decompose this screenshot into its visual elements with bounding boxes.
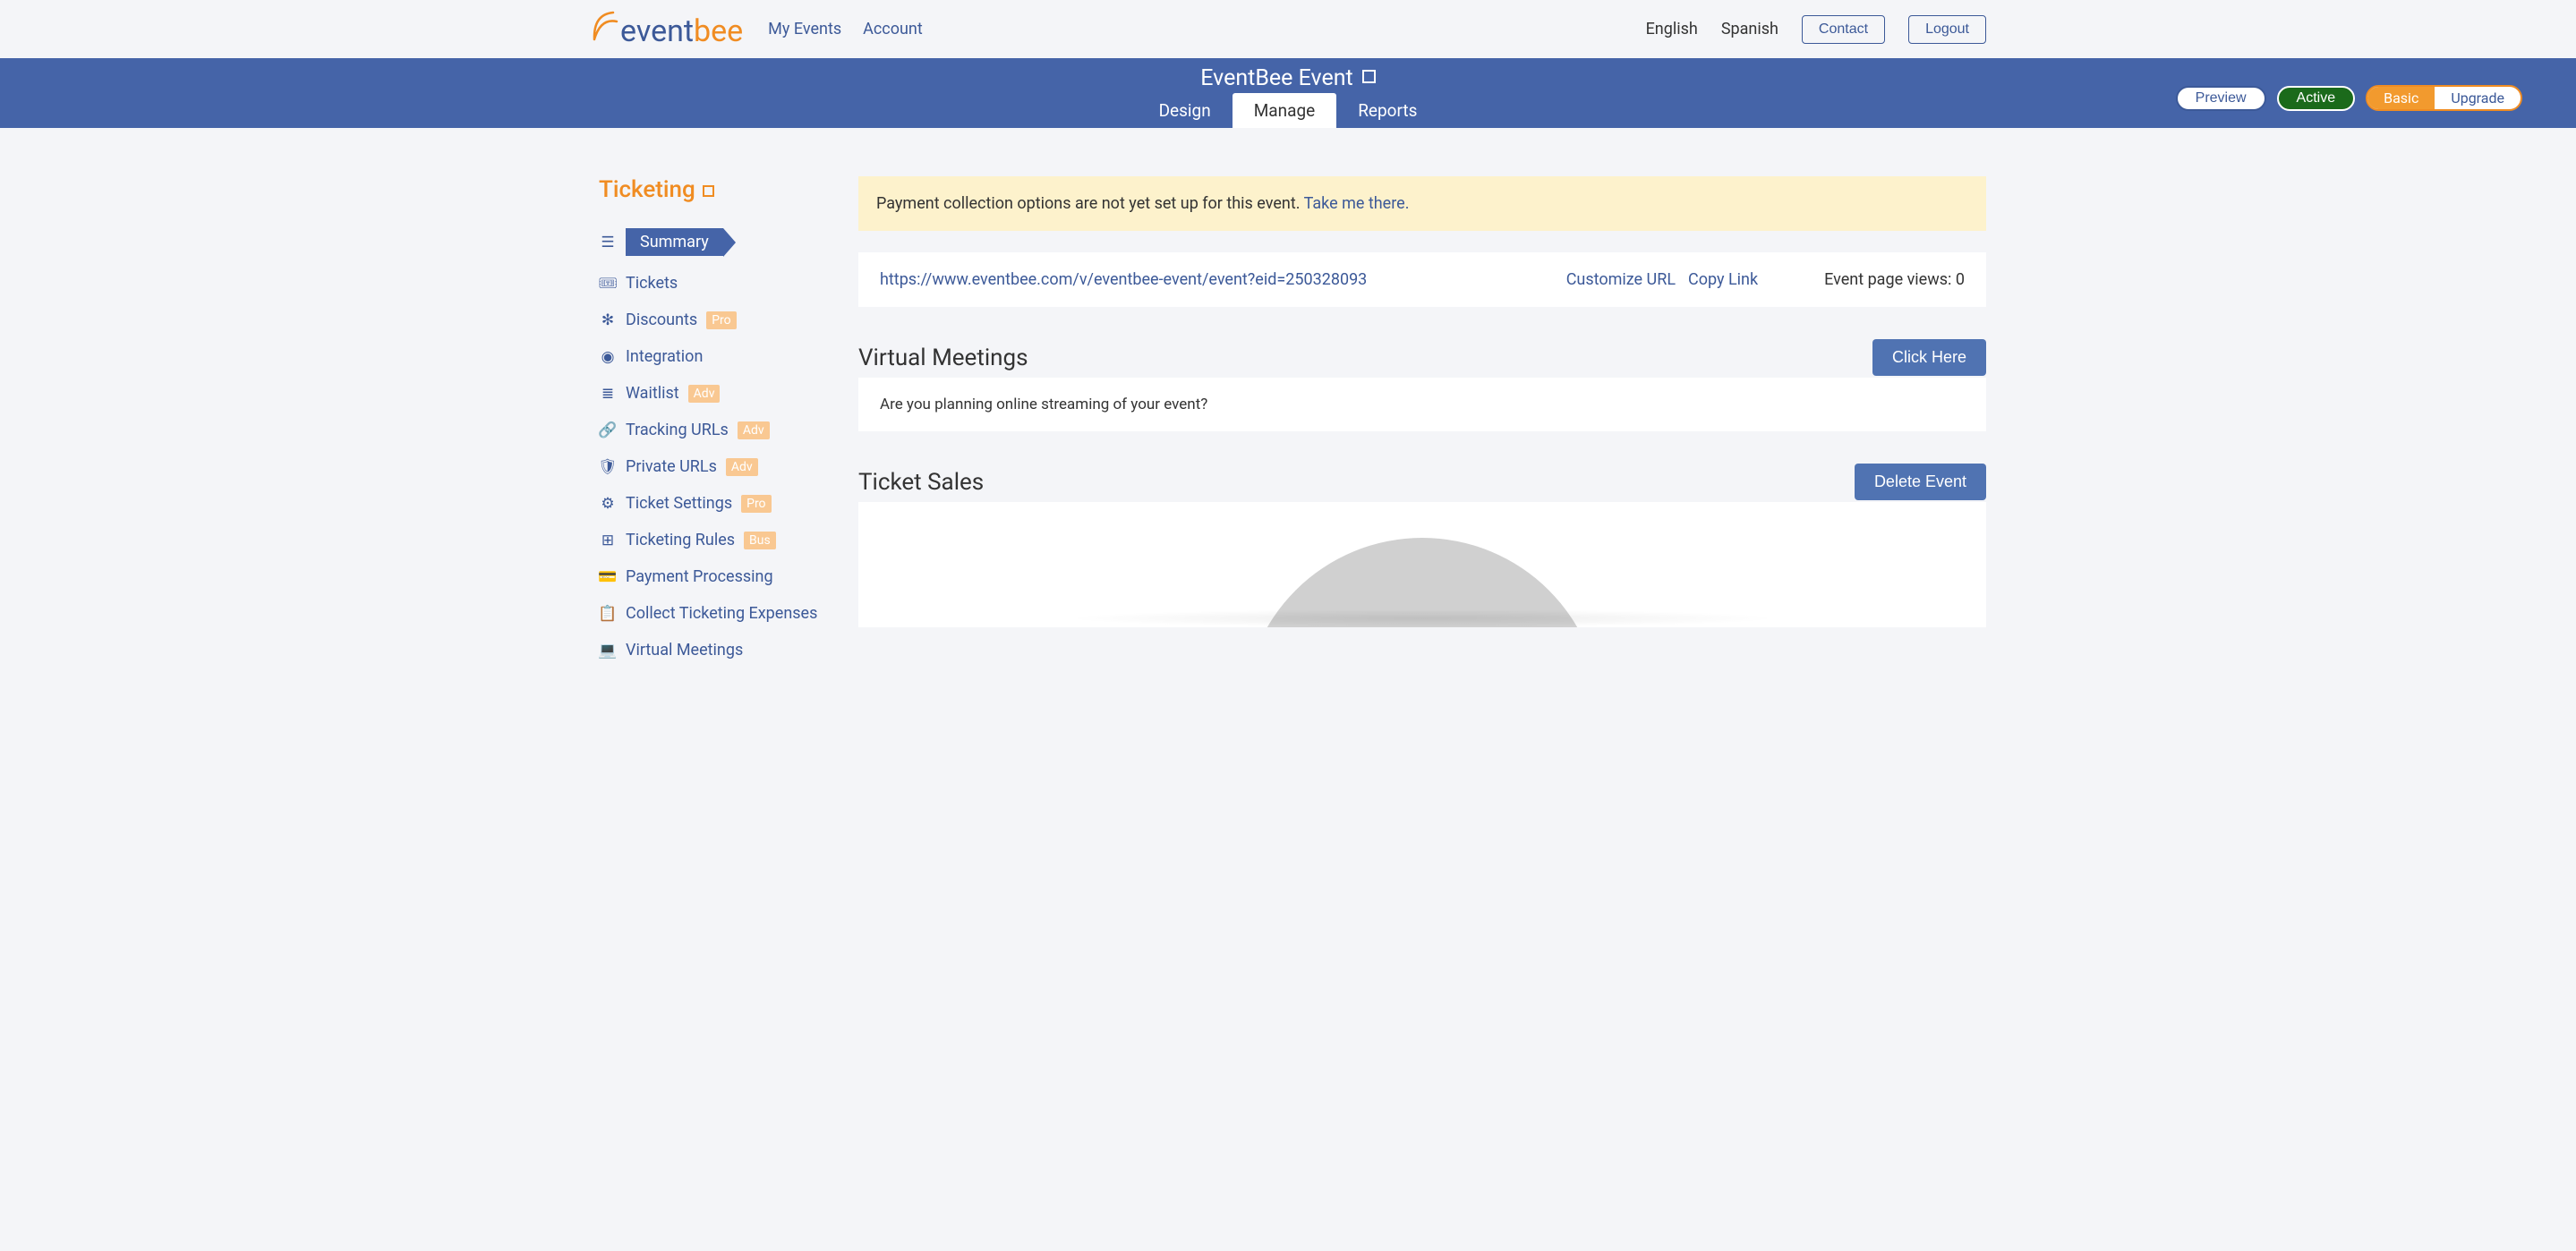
sidebar-item-label: Payment Processing — [626, 567, 773, 586]
status-active-button[interactable]: Active — [2277, 86, 2356, 111]
sidebar-item-virtual-meetings[interactable]: 💻 Virtual Meetings — [599, 632, 858, 668]
alert-text: Payment collection options are not yet s… — [876, 194, 1304, 213]
adv-badge: Adv — [688, 385, 721, 403]
payment-icon: 💳 — [599, 568, 617, 586]
payment-setup-alert: Payment collection options are not yet s… — [858, 176, 1986, 231]
page-views: Event page views: 0 — [1824, 270, 1965, 289]
sidebar-item-label: Tickets — [626, 274, 678, 293]
integration-icon: ◉ — [599, 348, 617, 366]
lang-english[interactable]: English — [1646, 20, 1698, 38]
expand-icon — [703, 176, 714, 203]
rules-icon: ⊞ — [599, 532, 617, 549]
ticket-sales-card — [858, 502, 1986, 627]
upgrade-label: Upgrade — [2435, 87, 2521, 109]
ticket-sales-chart — [858, 502, 1986, 627]
external-link-icon[interactable] — [1362, 70, 1376, 87]
bus-badge: Bus — [744, 532, 776, 549]
sidebar-item-tracking-urls[interactable]: 🔗 Tracking URLs Adv — [599, 412, 858, 448]
tab-design[interactable]: Design — [1138, 93, 1233, 128]
plan-pill[interactable]: Basic Upgrade — [2366, 85, 2522, 111]
ticket-sales-heading: Ticket Sales — [858, 469, 984, 496]
sidebar-item-ticketing-rules[interactable]: ⊞ Ticketing Rules Bus — [599, 522, 858, 558]
copy-link[interactable]: Copy Link — [1688, 270, 1758, 289]
customize-url-link[interactable]: Customize URL — [1566, 270, 1676, 289]
sidebar-item-label: Virtual Meetings — [626, 641, 743, 660]
sidebar-item-discounts[interactable]: ✻ Discounts Pro — [599, 302, 858, 338]
virtual-meetings-text: Are you planning online streaming of you… — [880, 396, 1207, 413]
private-icon: 🛡 — [599, 458, 617, 476]
preview-button[interactable]: Preview — [2176, 86, 2266, 111]
sidebar-item-label: Ticketing Rules — [626, 531, 735, 549]
sidebar-item-waitlist[interactable]: ≣ Waitlist Adv — [599, 375, 858, 412]
sidebar-item-summary[interactable]: ☰ Summary — [599, 219, 858, 265]
sidebar-section-ticketing[interactable]: Ticketing — [599, 176, 858, 203]
logo-text-2: bee — [694, 13, 743, 49]
adv-badge: Adv — [738, 421, 770, 439]
contact-button[interactable]: Contact — [1802, 15, 1885, 44]
logout-button[interactable]: Logout — [1908, 15, 1986, 44]
pro-badge: Pro — [741, 495, 771, 513]
sidebar-item-label: Waitlist — [626, 384, 679, 403]
logo[interactable]: eventbee — [590, 9, 743, 49]
nav-account[interactable]: Account — [863, 20, 923, 38]
settings-icon: ⚙ — [599, 495, 617, 513]
sidebar-item-label: Integration — [626, 347, 703, 366]
sidebar-item-integration[interactable]: ◉ Integration — [599, 338, 858, 375]
collect-icon: 📋 — [599, 605, 617, 623]
sidebar-item-label: Ticket Settings — [626, 494, 732, 513]
logo-text-1: event — [620, 13, 694, 49]
sidebar-item-payment-processing[interactable]: 💳 Payment Processing — [599, 558, 858, 595]
nav-my-events[interactable]: My Events — [768, 20, 841, 38]
sidebar-item-label: Discounts — [626, 311, 697, 329]
sidebar-section-label: Ticketing — [599, 176, 695, 203]
adv-badge: Adv — [726, 458, 758, 476]
event-title: EventBee Event — [1200, 65, 1352, 91]
virtual-meetings-card: Are you planning online streaming of you… — [858, 378, 1986, 431]
sidebar-item-collect-expenses[interactable]: 📋 Collect Ticketing Expenses — [599, 595, 858, 632]
alert-link[interactable]: Take me there. — [1304, 194, 1410, 213]
sidebar-item-tickets[interactable]: 🎟 Tickets — [599, 265, 858, 302]
virtual-meetings-heading: Virtual Meetings — [858, 345, 1028, 371]
click-here-button[interactable]: Click Here — [1872, 339, 1986, 376]
summary-icon: ☰ — [599, 234, 617, 251]
tab-manage[interactable]: Manage — [1233, 93, 1337, 128]
tracking-icon: 🔗 — [599, 421, 617, 439]
tickets-icon: 🎟 — [599, 275, 617, 293]
event-url-card: https://www.eventbee.com/v/eventbee-even… — [858, 252, 1986, 307]
pro-badge: Pro — [706, 311, 736, 329]
sidebar-item-ticket-settings[interactable]: ⚙ Ticket Settings Pro — [599, 485, 858, 522]
waitlist-icon: ≣ — [599, 385, 617, 403]
bee-icon — [590, 9, 618, 49]
discounts-icon: ✻ — [599, 311, 617, 329]
delete-event-button[interactable]: Delete Event — [1855, 464, 1986, 500]
sidebar-item-label: Collect Ticketing Expenses — [626, 604, 817, 623]
event-url-link[interactable]: https://www.eventbee.com/v/eventbee-even… — [880, 270, 1367, 289]
sidebar-item-label: Tracking URLs — [626, 421, 729, 439]
lang-spanish[interactable]: Spanish — [1721, 20, 1778, 38]
tab-reports[interactable]: Reports — [1336, 93, 1438, 128]
sidebar-item-private-urls[interactable]: 🛡 Private URLs Adv — [599, 448, 858, 485]
sidebar-item-label: Summary — [626, 228, 723, 256]
plan-basic-label: Basic — [2367, 87, 2435, 109]
sidebar-item-label: Private URLs — [626, 457, 717, 476]
virtual-icon: 💻 — [599, 642, 617, 660]
